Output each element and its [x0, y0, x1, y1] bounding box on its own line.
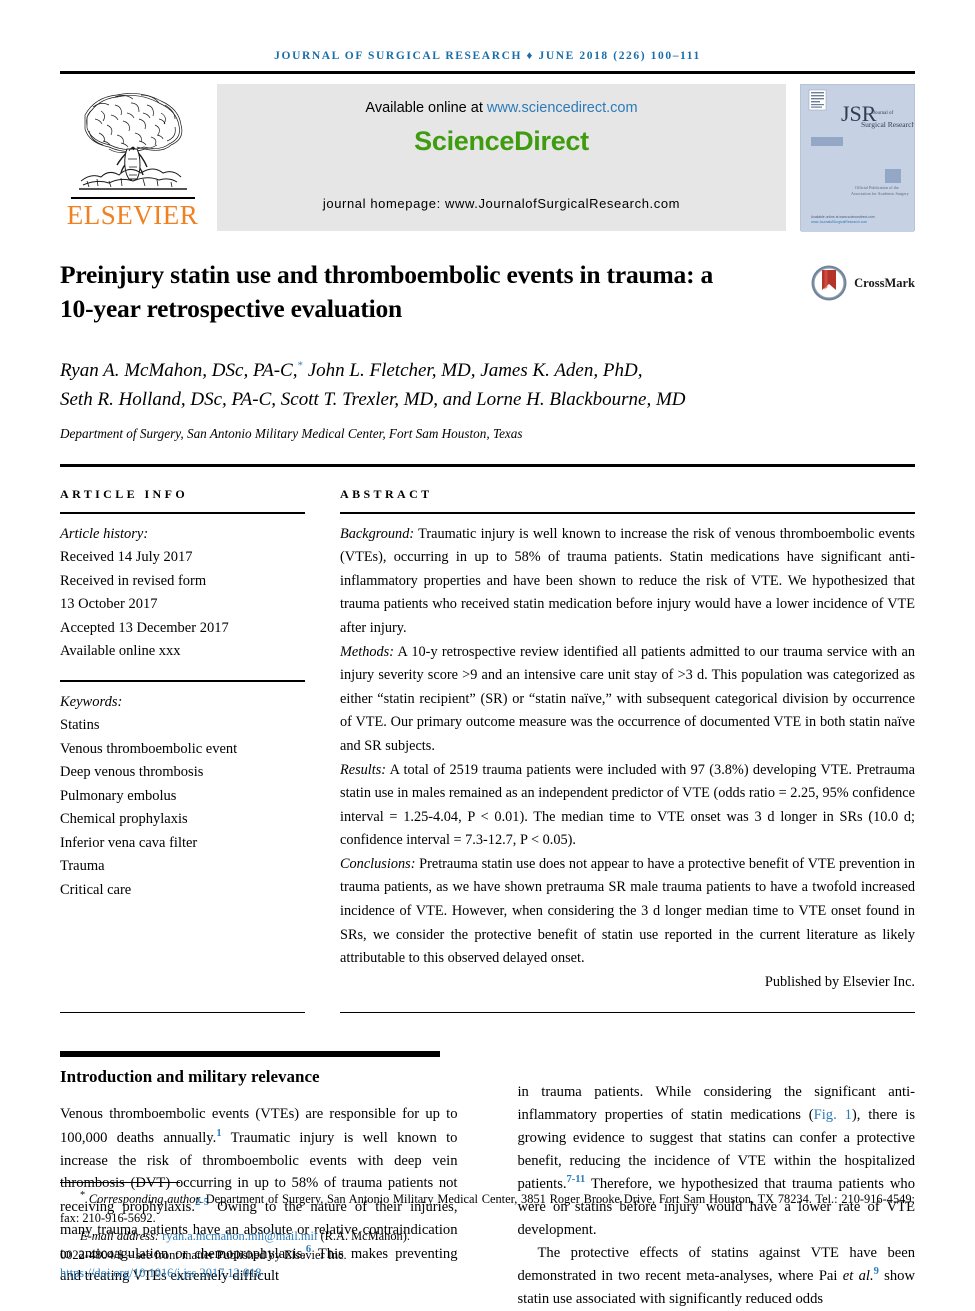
abstract-body: Background: Traumatic injury is well kno… — [340, 523, 915, 995]
svg-text:www.JournalofSurgicalResearch.: www.JournalofSurgicalResearch.com — [811, 220, 867, 224]
abstract-column: ABSTRACT Background: Traumatic injury is… — [340, 487, 915, 995]
elsevier-logo: ELSEVIER — [60, 84, 205, 231]
email-suffix: (R.A. McMahon). — [317, 1229, 410, 1244]
history-item: Received in revised form — [60, 572, 207, 589]
abstract-conclusions-text: Pretrauma statin use does not appear to … — [340, 855, 915, 967]
abstract-published-by: Published by Elsevier Inc. — [764, 973, 915, 990]
elsevier-divider — [70, 197, 195, 199]
history-item: 13 October 2017 — [60, 596, 158, 613]
abstract-conclusions: Conclusions: Pretrauma statin use does n… — [340, 853, 915, 971]
crossmark-badge[interactable]: CrossMark — [810, 264, 915, 302]
author-list: Ryan A. McMahon, DSc, PA-C,* John L. Fle… — [60, 357, 860, 415]
keyword-item: Trauma — [60, 858, 105, 875]
corresponding-author-label: Corresponding author. — [88, 1191, 202, 1206]
journal-cover-thumbnail: JSR Journal of Surgical Research Officia… — [800, 84, 915, 232]
abstract-background: Background: Traumatic injury is well kno… — [340, 523, 915, 641]
sciencedirect-logo: ScienceDirect — [414, 126, 589, 156]
article-info-heading: ARTICLE INFO — [60, 486, 189, 501]
page-title: Preinjury statin use and thromboembolic … — [60, 260, 714, 323]
section-heading: Introduction and military relevance — [60, 1067, 320, 1087]
abstract-background-text: Traumatic injury is well known to increa… — [340, 525, 915, 637]
keyword-item: Inferior vena cava filter — [60, 834, 198, 851]
abstract-results-text: A total of 2519 trauma patients were inc… — [340, 761, 915, 849]
history-item: Received 14 July 2017 — [60, 549, 193, 566]
article-history-title: Article history: — [60, 525, 149, 542]
abstract-heading: ABSTRACT — [340, 486, 433, 501]
figure-link[interactable]: Fig. 1 — [814, 1107, 852, 1123]
svg-text:Journal of: Journal of — [873, 111, 893, 116]
article-history-list: Received 14 July 2017 Received in revise… — [60, 546, 305, 663]
abstract-results: Results: A total of 2519 trauma patients… — [340, 759, 915, 853]
keyword-item: Statins — [60, 717, 100, 734]
info-abstract-row: ARTICLE INFO Article history: Received 1… — [60, 487, 915, 995]
info-divider-rule — [60, 463, 915, 467]
article-info-rule — [60, 511, 305, 514]
article-info-column: ARTICLE INFO Article history: Received 1… — [60, 487, 305, 995]
keyword-item: Critical care — [60, 881, 132, 898]
abstract-bottom-rules — [60, 1012, 915, 1014]
abstract-background-label: Background: — [340, 525, 415, 542]
authors-line-2: Seth R. Holland, DSc, PA-C, Scott T. Tre… — [60, 388, 686, 410]
abstract-rule — [340, 511, 915, 514]
abstract-results-label: Results: — [340, 761, 387, 778]
history-item: Available online xxx — [60, 643, 181, 660]
doi-line: https://doi.org/10.1016/j.jss.2017.12.01… — [60, 1264, 915, 1283]
history-item: Accepted 13 December 2017 — [60, 619, 229, 636]
keyword-item: Venous thromboembolic event — [60, 740, 238, 757]
left-bottom-rule — [60, 1012, 305, 1014]
crossmark-icon — [811, 265, 847, 301]
keywords-rule — [60, 679, 305, 682]
svg-text:Official Publication of the: Official Publication of the — [855, 185, 899, 190]
abstract-conclusions-label: Conclusions: — [340, 855, 416, 872]
paper-page: Journal of Surgical Research ♦ June 2018… — [0, 0, 975, 1307]
right-bottom-rule — [340, 1012, 915, 1014]
elsevier-tree-icon — [71, 85, 195, 197]
svg-text:Available online at www.scienc: Available online at www.sciencedirect.co… — [811, 215, 875, 219]
footnote-rule — [60, 1181, 180, 1183]
email-note: E-mail address: ryan.a.mcmahon.mil@mail.… — [60, 1227, 915, 1246]
footnotes: * Corresponding author. Department of Su… — [60, 1181, 915, 1283]
elsevier-wordmark: ELSEVIER — [66, 200, 199, 230]
masthead: ELSEVIER Available online at www.science… — [60, 84, 915, 232]
available-online-label: Available online at — [365, 100, 483, 116]
available-online-text: Available online at www.sciencedirect.co… — [365, 100, 637, 116]
keywords-title: Keywords: — [60, 693, 123, 710]
affiliation: Department of Surgery, San Antonio Milit… — [60, 425, 523, 441]
running-head: Journal of Surgical Research ♦ June 2018… — [274, 50, 701, 62]
authors-line-1: Ryan A. McMahon, DSc, PA-C, — [60, 360, 298, 381]
keyword-item: Deep venous thrombosis — [60, 764, 204, 781]
keyword-item: Pulmonary embolus — [60, 787, 177, 804]
abstract-methods: Methods: A 10-y retrospective review ide… — [340, 641, 915, 759]
svg-text:Association for Academic Surge: Association for Academic Surgery — [851, 191, 910, 196]
section-heading-rule — [60, 1051, 440, 1058]
keyword-item: Chemical prophylaxis — [60, 811, 188, 828]
crossmark-label: CrossMark — [854, 275, 915, 290]
header-rule — [60, 71, 915, 74]
corresponding-author-note: * Corresponding author. Department of Su… — [60, 1188, 915, 1227]
keywords-list: Statins Venous thromboembolic event Deep… — [60, 714, 305, 902]
issn-line: 0022-4804/$ – see front matter Published… — [60, 1247, 347, 1262]
sciencedirect-banner: Available online at www.sciencedirect.co… — [217, 84, 786, 231]
email-link[interactable]: ryan.a.mcmahon.mil@mail.mil — [162, 1229, 317, 1243]
title-area: Preinjury statin use and thromboembolic … — [60, 258, 915, 334]
doi-link[interactable]: https://doi.org/10.1016/j.jss.2017.12.01… — [60, 1266, 261, 1280]
abstract-methods-label: Methods: — [340, 643, 394, 660]
sciencedirect-url-link[interactable]: www.sciencedirect.com — [487, 100, 638, 116]
journal-homepage-text: journal homepage: www.JournalofSurgicalR… — [322, 196, 681, 211]
abstract-methods-text: A 10-y retrospective review identified a… — [340, 643, 915, 754]
svg-text:Surgical Research: Surgical Research — [861, 120, 914, 129]
authors-line-1-cont: John L. Fletcher, MD, James K. Aden, PhD… — [302, 360, 643, 381]
footnote-star-marker: * — [80, 1189, 86, 1201]
email-label: E-mail address: — [80, 1229, 160, 1244]
